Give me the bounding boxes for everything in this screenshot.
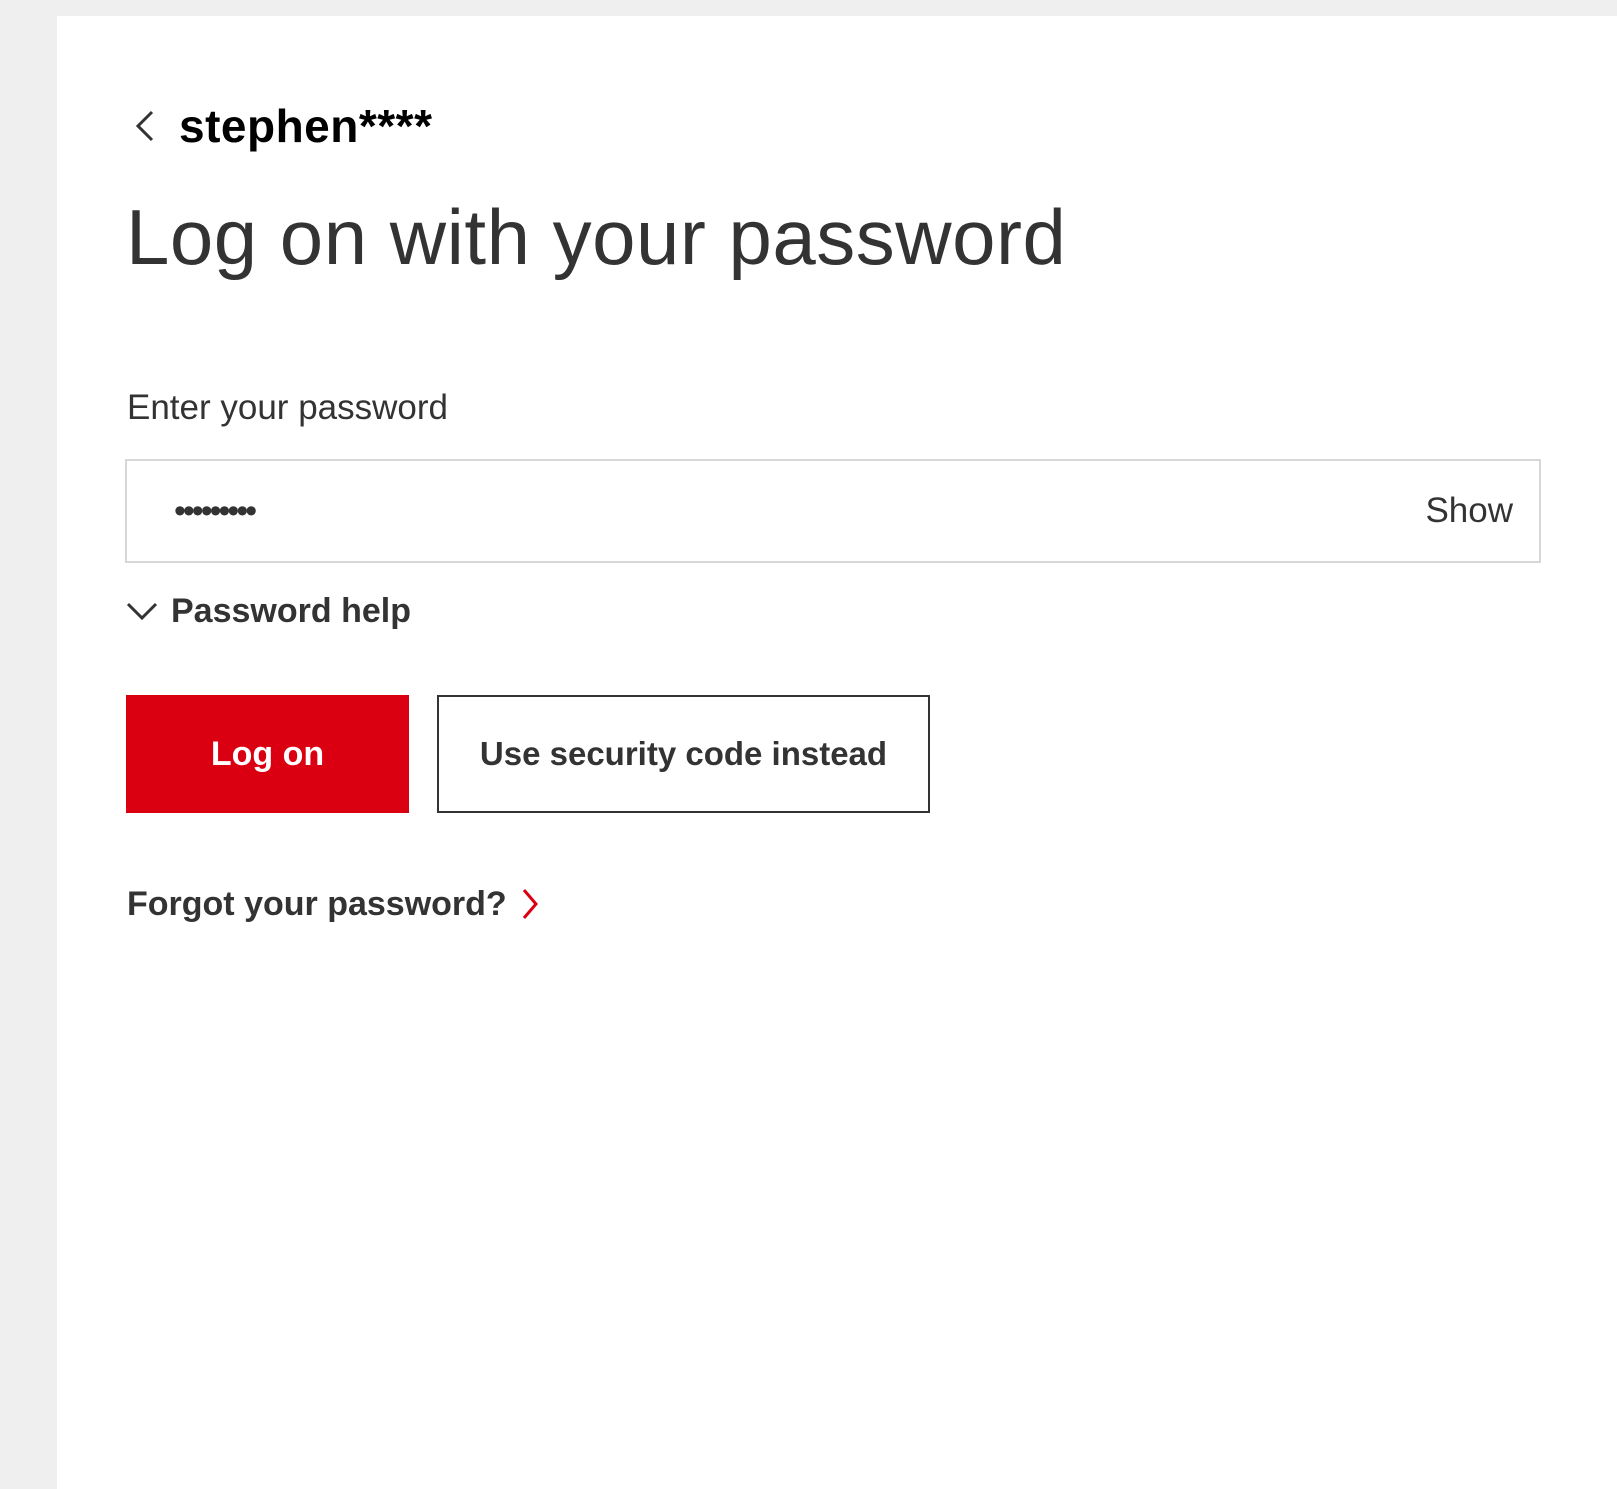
- login-panel: stephen**** Log on with your password En…: [57, 16, 1617, 1489]
- log-on-button[interactable]: Log on: [126, 695, 409, 813]
- back-button[interactable]: [127, 108, 163, 144]
- use-security-code-button[interactable]: Use security code instead: [437, 695, 930, 813]
- password-help-toggle[interactable]: Password help: [125, 586, 411, 636]
- password-help-label: Password help: [171, 591, 411, 630]
- account-header: stephen****: [127, 96, 432, 156]
- password-masked-value: •••••••••: [174, 492, 257, 530]
- show-password-toggle[interactable]: Show: [1425, 461, 1513, 561]
- password-field-label: Enter your password: [127, 388, 448, 427]
- chevron-left-icon: [135, 110, 154, 142]
- username: stephen****: [179, 100, 433, 152]
- chevron-right-icon: [521, 887, 539, 921]
- forgot-password-label: Forgot your password?: [127, 884, 507, 923]
- forgot-password-link[interactable]: Forgot your password?: [127, 879, 539, 929]
- page-title: Log on with your password: [126, 193, 1067, 281]
- chevron-down-icon: [126, 602, 158, 621]
- password-input[interactable]: ••••••••• Show: [125, 459, 1541, 563]
